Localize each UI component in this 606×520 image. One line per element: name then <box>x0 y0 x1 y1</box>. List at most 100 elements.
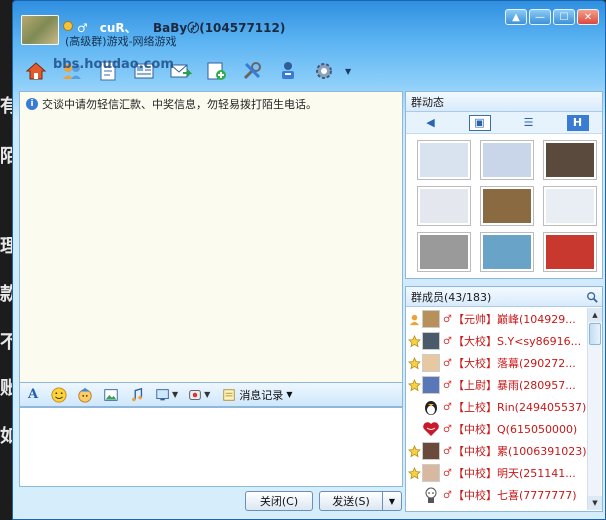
message-history-button[interactable]: 消息记录 ▼ <box>222 387 292 403</box>
prev-view-icon[interactable]: ◀ <box>420 115 442 131</box>
member-row[interactable]: ♂ 【中校】七喜(7777777) <box>406 484 588 506</box>
member-avatar <box>422 420 440 438</box>
group-dynamics-title: 群动态 <box>411 95 444 109</box>
member-row[interactable]: ♂ 【大校】落幕(290272... <box>406 352 588 374</box>
history-label: 消息记录 <box>239 388 284 402</box>
thumbnail[interactable] <box>543 186 597 226</box>
magic-emoticon-icon[interactable] <box>76 386 94 404</box>
tools-icon[interactable] <box>237 57 267 85</box>
settings-icon[interactable] <box>309 57 339 85</box>
gender-icon: ♂ <box>443 379 452 391</box>
member-avatar <box>422 486 440 504</box>
search-icon[interactable] <box>586 291 598 303</box>
gender-icon: ♂ <box>443 445 452 457</box>
admin-star-icon <box>406 466 422 480</box>
thumbnail[interactable] <box>480 186 534 226</box>
title-bar[interactable]: ♂ cuR、 BaBy〄(104577112) (高级群)游戏-网络游戏 ▲ —… <box>13 1 605 57</box>
view-tabs: ◀ ▣ ☰ H <box>406 112 602 134</box>
member-avatar <box>422 464 440 482</box>
emoticon-icon[interactable] <box>50 386 68 404</box>
member-row[interactable]: ♂ 【中校】明天(251141... <box>406 462 588 484</box>
pin-button[interactable]: ▲ <box>505 9 527 25</box>
thumbnail[interactable] <box>480 140 534 180</box>
gender-icon: ♂ <box>443 335 452 347</box>
message-input[interactable] <box>19 407 403 487</box>
watermark: bbs.houdao.com <box>53 57 174 72</box>
maximize-button[interactable]: ☐ <box>553 9 575 25</box>
group-members-panel: 群成员(43/183) ♂ 【元帅】巅峰(104929... ♂ 【大校】S.Y<sy… <box>405 286 603 512</box>
close-window-button[interactable]: ✕ <box>577 9 599 25</box>
security-notice: i 交谈中请勿轻信汇款、中奖信息，勿轻易拨打陌生电话。 <box>26 96 317 112</box>
settings-dropdown-icon[interactable]: ▼ <box>345 57 353 85</box>
group-dynamics-header: 群动态 <box>406 92 602 112</box>
member-avatar <box>422 310 440 328</box>
minimize-button[interactable]: — <box>529 9 551 25</box>
thumbnail[interactable] <box>480 232 534 272</box>
hot-view-icon[interactable]: H <box>566 114 589 131</box>
add-member-icon[interactable] <box>201 57 231 85</box>
window-controls: ▲ — ☐ ✕ <box>505 9 599 25</box>
group-category: (高级群)游戏-网络游戏 <box>65 35 177 48</box>
thumbnail[interactable] <box>417 186 471 226</box>
member-name: 【中校】Q(615050000) <box>453 423 578 436</box>
thumbnail[interactable] <box>417 140 471 180</box>
admin-star-icon <box>406 378 422 392</box>
scroll-down-icon[interactable]: ▼ <box>588 496 602 510</box>
close-button[interactable]: 关闭(C) <box>245 491 313 511</box>
member-avatar <box>422 332 440 350</box>
music-icon[interactable] <box>128 386 146 404</box>
home-icon[interactable] <box>21 57 51 85</box>
admin-star-icon <box>406 444 422 458</box>
scroll-thumb[interactable] <box>589 323 601 345</box>
member-row[interactable]: ♂ 【大校】S.Y<sy86916... <box>406 330 588 352</box>
member-name: 【上校】Rin(249405537) <box>453 401 587 414</box>
members-scrollbar[interactable]: ▲ ▼ <box>587 308 602 510</box>
thumbnail[interactable] <box>417 232 471 272</box>
members-title: 群成员(43/183) <box>411 290 492 304</box>
member-name: 【中校】七喜(7777777) <box>453 489 577 502</box>
group-dynamics-panel: 群动态 ◀ ▣ ☰ H <box>405 91 603 279</box>
announce-icon[interactable] <box>273 57 303 85</box>
admin-star-icon <box>406 334 422 348</box>
admin-star-icon <box>406 356 422 370</box>
gender-icon: ♂ <box>443 357 452 369</box>
member-name: 【上尉】暴雨(280957... <box>453 379 576 392</box>
member-avatar <box>422 376 440 394</box>
members-header: 群成员(43/183) <box>406 287 602 307</box>
member-name: 【中校】累(1006391023) <box>453 445 587 458</box>
member-name: 【大校】落幕(290272... <box>453 357 576 370</box>
screenshot-icon[interactable] <box>154 386 172 404</box>
owner-icon <box>406 313 422 326</box>
member-list: ♂ 【元帅】巅峰(104929... ♂ 【大校】S.Y<sy86916... ♂ 【大校… <box>406 308 588 506</box>
shake-icon[interactable] <box>186 386 204 404</box>
group-avatar[interactable] <box>21 15 59 45</box>
send-image-icon[interactable] <box>102 386 120 404</box>
member-row[interactable]: ♂ 【中校】累(1006391023) <box>406 440 588 462</box>
member-row[interactable]: ♂ 【中校】Q(615050000) <box>406 418 588 440</box>
member-row[interactable]: ♂ 【元帅】巅峰(104929... <box>406 308 588 330</box>
message-history-area[interactable]: i 交谈中请勿轻信汇款、中奖信息，勿轻易拨打陌生电话。 <box>19 91 403 383</box>
screenshot-dropdown-icon[interactable]: ▼ <box>172 390 178 399</box>
thumbnail[interactable] <box>543 232 597 272</box>
format-toolbar: A ▼ ▼ 消息记录 ▼ <box>19 383 403 407</box>
member-avatar <box>422 398 440 416</box>
thumbnail[interactable] <box>543 140 597 180</box>
scroll-up-icon[interactable]: ▲ <box>588 308 602 322</box>
member-row[interactable]: ♂ 【上尉】暴雨(280957... <box>406 374 588 396</box>
shake-dropdown-icon[interactable]: ▼ <box>204 390 210 399</box>
history-dropdown-icon: ▼ <box>286 390 293 399</box>
thumbnail-view-icon[interactable]: ▣ <box>468 114 491 131</box>
qq-group-chat-window: ♂ cuR、 BaBy〄(104577112) (高级群)游戏-网络游戏 ▲ —… <box>12 0 606 520</box>
member-avatar <box>422 442 440 460</box>
status-icon <box>63 21 73 31</box>
send-button[interactable]: 发送(S) <box>319 491 383 511</box>
action-row: 关闭(C) 发送(S) ▼ <box>19 491 403 513</box>
member-row[interactable]: ♂ 【上校】Rin(249405537) <box>406 396 588 418</box>
list-view-icon[interactable]: ☰ <box>518 115 540 131</box>
member-name: 【大校】S.Y<sy86916... <box>453 335 582 348</box>
gender-icon: ♂ <box>443 467 452 479</box>
member-name: 【元帅】巅峰(104929... <box>453 313 576 326</box>
font-icon[interactable]: A <box>24 386 42 404</box>
gender-icon: ♂ <box>443 401 452 413</box>
send-options-button[interactable]: ▼ <box>382 491 402 511</box>
